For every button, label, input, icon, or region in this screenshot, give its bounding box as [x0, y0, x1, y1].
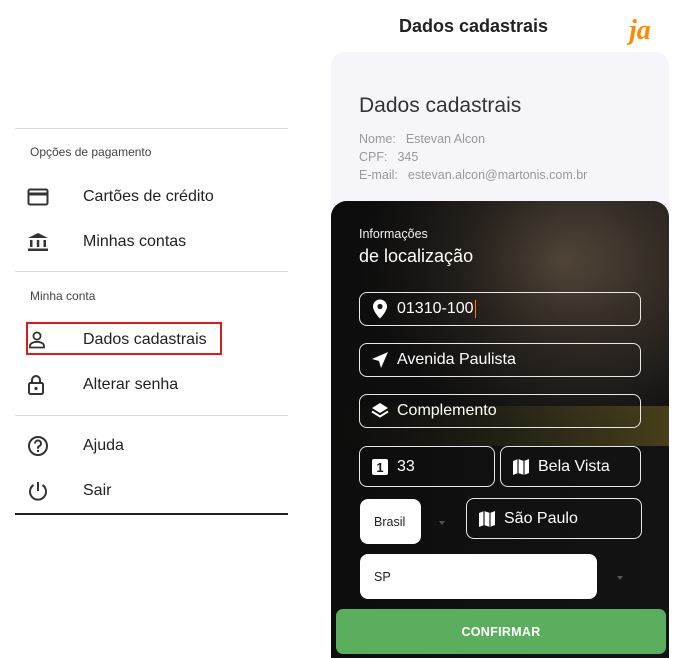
cep-field[interactable]: 01310-100	[359, 292, 641, 326]
section-label-payment: Opções de pagamento	[30, 145, 152, 159]
menu-item-label: Cartões de crédito	[83, 188, 214, 205]
text-cursor	[474, 299, 477, 318]
menu-item-label: Alterar senha	[83, 376, 179, 393]
city-value: São Paulo	[504, 509, 578, 527]
city-field[interactable]: São Paulo	[466, 498, 642, 539]
page-title: Dados cadastrais	[399, 16, 549, 36]
chevron-down-icon[interactable]	[617, 576, 623, 580]
section-label-account: Minha conta	[30, 289, 96, 303]
menu-item-label: Minhas contas	[83, 233, 187, 250]
location-panel: Informações de localização 01310-100 Ave…	[331, 201, 669, 658]
complement-field[interactable]: Complemento	[359, 394, 641, 428]
menu-item-label: Ajuda	[83, 437, 124, 454]
cpf-value: 345	[397, 150, 419, 164]
location-pin-icon	[370, 299, 390, 319]
svg-text:1: 1	[376, 460, 383, 475]
side-menu: Opções de pagamento Cartões de crédito M…	[15, 0, 288, 658]
street-value: Avenida Paulista	[397, 351, 516, 368]
number-value: 33	[397, 457, 415, 475]
info-name: Nome: Estevan Alcon	[359, 132, 485, 146]
chevron-down-icon[interactable]	[439, 521, 445, 525]
state-select[interactable]: SP	[360, 554, 597, 599]
info-cpf: CPF: 345	[359, 150, 418, 164]
divider	[15, 415, 288, 416]
location-subtitle: Informações	[359, 227, 428, 241]
cep-value: 01310-100	[397, 300, 474, 318]
country-value: Brasil	[374, 514, 406, 529]
menu-item-logout[interactable]: Sair	[27, 474, 227, 508]
menu-item-help[interactable]: Ajuda	[27, 429, 227, 463]
menu-bottom-line	[15, 513, 288, 515]
profile-card-title: Dados cadastrais	[359, 94, 522, 117]
help-icon	[27, 434, 55, 458]
menu-item-label: Sair	[83, 482, 112, 499]
location-title: de localização	[359, 246, 474, 266]
credit-card-icon	[27, 185, 55, 209]
name-value: Estevan Alcon	[405, 132, 486, 146]
email-value: estevan.alcon@martonis.com.br	[407, 168, 588, 182]
info-email: E-mail: estevan.alcon@martonis.com.br	[359, 168, 587, 182]
lock-icon	[27, 373, 55, 397]
number-field[interactable]: 1 33	[359, 446, 495, 487]
map-icon	[511, 457, 531, 477]
power-icon	[27, 479, 55, 503]
complement-placeholder: Complemento	[397, 402, 497, 419]
name-label: Nome:	[359, 132, 396, 146]
neighborhood-value: Bela Vista	[538, 457, 610, 475]
cpf-label: CPF:	[359, 150, 388, 164]
app-logo: ja	[625, 11, 657, 49]
neighborhood-field[interactable]: Bela Vista	[500, 446, 641, 487]
menu-item-change-password[interactable]: Alterar senha	[27, 368, 227, 402]
divider	[15, 128, 288, 129]
street-field[interactable]: Avenida Paulista	[359, 343, 641, 377]
menu-item-credit-cards[interactable]: Cartões de crédito	[27, 180, 227, 214]
layers-icon	[370, 401, 390, 421]
confirm-button[interactable]: CONFIRMAR	[336, 609, 666, 654]
svg-text:ja: ja	[627, 15, 651, 46]
number-icon: 1	[370, 457, 390, 477]
menu-item-my-accounts[interactable]: Minhas contas	[27, 225, 227, 259]
navigation-arrow-icon	[370, 350, 390, 370]
state-value: SP	[374, 569, 391, 584]
bank-icon	[27, 230, 55, 254]
selection-highlight	[26, 322, 222, 355]
divider	[15, 271, 288, 272]
country-select[interactable]: Brasil	[360, 499, 421, 544]
map-icon	[477, 509, 497, 529]
email-label: E-mail:	[359, 168, 398, 182]
